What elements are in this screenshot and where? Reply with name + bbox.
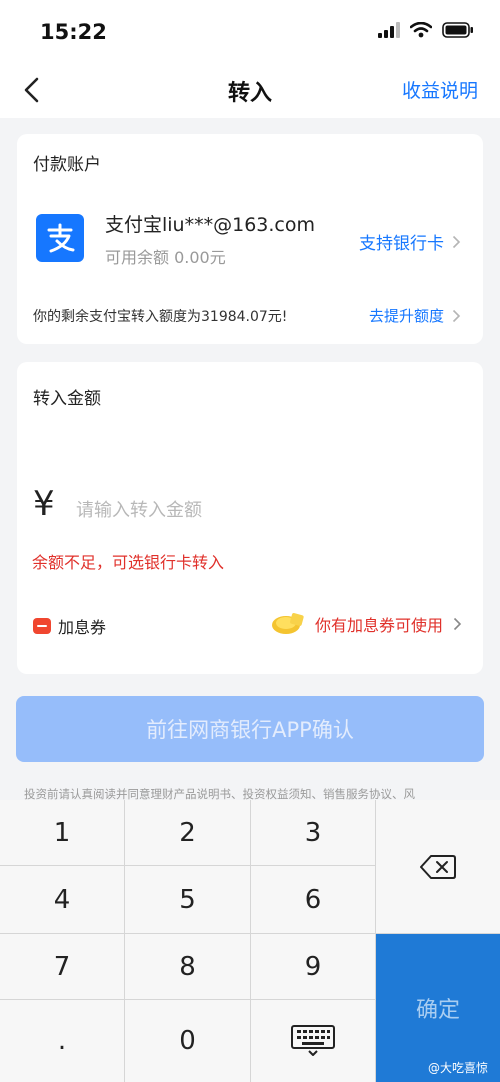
raise-quota-label: 去提升额度 bbox=[368, 307, 444, 325]
watermark: @大吃喜惊 bbox=[427, 1061, 488, 1075]
available-coupon-link[interactable]: 你有加息券可使用 bbox=[271, 612, 462, 636]
key-4[interactable]: 4 bbox=[0, 866, 124, 933]
coupon-coin-icon bbox=[271, 613, 304, 634]
available-coupon-label: 你有加息券可使用 bbox=[314, 616, 443, 635]
key-8[interactable]: 8 bbox=[125, 934, 250, 999]
support-bank-card-link[interactable]: 支持银行卡 bbox=[359, 229, 461, 254]
status-bar: 15:22 bbox=[0, 0, 500, 62]
raise-quota-link[interactable]: 去提升额度 bbox=[369, 305, 461, 326]
support-bank-card-label: 支持银行卡 bbox=[359, 234, 444, 254]
payment-account-card: 付款账户 支付宝liu***@163.com 可用余额 0.00元 支持银行卡 … bbox=[17, 134, 483, 344]
key-5[interactable]: 5 bbox=[125, 866, 250, 933]
key-7[interactable]: 7 bbox=[0, 934, 124, 999]
backspace-key[interactable] bbox=[376, 800, 500, 933]
key-3[interactable]: 3 bbox=[251, 800, 375, 865]
coupon-icon bbox=[33, 618, 51, 634]
insufficient-balance-warning: 余额不足，可选银行卡转入 bbox=[32, 553, 225, 572]
remaining-quota-text: 你的剩余支付宝转入额度为31984.07元! bbox=[33, 309, 288, 325]
alipay-logo-icon bbox=[36, 214, 84, 262]
interest-coupon-label-group: 加息券 bbox=[32, 614, 106, 638]
nav-bar: 转入 收益说明 bbox=[0, 62, 500, 118]
key-6[interactable]: 6 bbox=[251, 866, 375, 933]
transfer-amount-label: 转入金额 bbox=[33, 389, 101, 409]
key-1[interactable]: 1 bbox=[0, 800, 124, 865]
earnings-info-link[interactable]: 收益说明 bbox=[402, 76, 478, 103]
keyboard-icon bbox=[291, 1025, 335, 1056]
amount-input[interactable] bbox=[76, 494, 436, 526]
key-decimal[interactable]: . bbox=[0, 1000, 124, 1082]
account-name: 支付宝liu***@163.com bbox=[105, 214, 315, 236]
currency-symbol: ¥ bbox=[33, 484, 55, 524]
interest-coupon-label: 加息券 bbox=[58, 618, 107, 637]
hide-keyboard-key[interactable] bbox=[251, 1000, 375, 1082]
battery-icon bbox=[442, 22, 473, 38]
payment-account-label: 付款账户 bbox=[33, 155, 101, 175]
status-time: 15:22 bbox=[40, 20, 107, 44]
key-0[interactable]: 0 bbox=[125, 1000, 250, 1082]
chevron-right-icon bbox=[452, 309, 461, 322]
chevron-right-icon bbox=[453, 617, 462, 631]
numeric-keypad: 1 2 3 4 5 6 7 8 9 . 0 确定 @大吃喜惊 bbox=[0, 800, 500, 1082]
status-icons bbox=[378, 22, 474, 38]
confirm-in-app-button[interactable]: 前往网商银行APP确认 bbox=[16, 696, 484, 762]
wifi-icon bbox=[410, 22, 432, 38]
signal-icon bbox=[378, 22, 400, 38]
backspace-icon bbox=[420, 854, 456, 879]
key-9[interactable]: 9 bbox=[251, 934, 375, 999]
account-balance: 可用余额 0.00元 bbox=[105, 248, 226, 267]
chevron-right-icon bbox=[452, 235, 461, 248]
key-2[interactable]: 2 bbox=[125, 800, 250, 865]
